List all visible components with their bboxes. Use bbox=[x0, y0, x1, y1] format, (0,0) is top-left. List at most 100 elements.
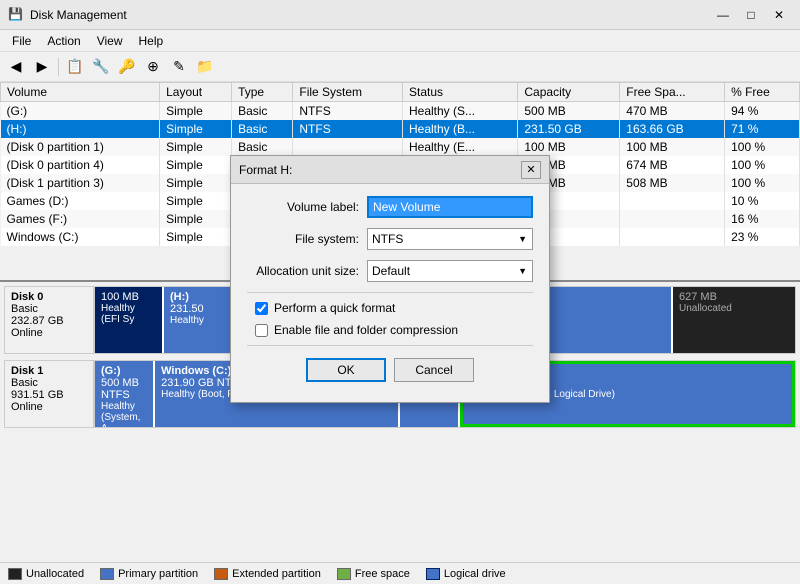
dialog-title: Format H: bbox=[239, 163, 521, 177]
dialog-close-button[interactable]: ✕ bbox=[521, 161, 541, 179]
compression-checkbox[interactable] bbox=[255, 324, 268, 337]
col-type[interactable]: Type bbox=[232, 83, 293, 102]
toolbar-key[interactable]: 🔑 bbox=[115, 56, 139, 78]
legend-unallocated: Unallocated bbox=[8, 568, 84, 580]
menu-bar: File Action View Help bbox=[0, 30, 800, 52]
legend-extended: Extended partition bbox=[214, 568, 321, 580]
legend-free-box bbox=[337, 568, 351, 580]
col-filesystem[interactable]: File System bbox=[293, 83, 403, 102]
legend-free: Free space bbox=[337, 568, 410, 580]
table-row[interactable]: (Disk 0 partition 1)SimpleBasicHealthy (… bbox=[1, 138, 800, 156]
table-cell: 508 MB bbox=[620, 174, 725, 192]
table-cell: Simple bbox=[160, 120, 232, 138]
quick-format-row[interactable]: Perform a quick format bbox=[247, 301, 533, 315]
file-system-wrap: NTFS FAT32 exFAT bbox=[367, 228, 533, 250]
menu-action[interactable]: Action bbox=[39, 32, 88, 50]
disk-0-status: Online bbox=[11, 327, 87, 339]
legend-primary-box bbox=[100, 568, 114, 580]
table-cell: 16 % bbox=[725, 210, 800, 228]
volume-label-row: Volume label: bbox=[247, 196, 533, 218]
disk-0-info: Disk 0 Basic 232.87 GB Online bbox=[4, 286, 94, 354]
legend-free-label: Free space bbox=[355, 568, 410, 580]
volume-label-input[interactable] bbox=[367, 196, 533, 218]
window-title: Disk Management bbox=[30, 8, 710, 22]
disk-1-type: Basic bbox=[11, 377, 87, 389]
table-cell: (Disk 1 partition 3) bbox=[1, 174, 160, 192]
table-cell: 94 % bbox=[725, 102, 800, 121]
legend-primary-label: Primary partition bbox=[118, 568, 198, 580]
table-cell: Windows (C:) bbox=[1, 228, 160, 246]
menu-view[interactable]: View bbox=[89, 32, 131, 50]
menu-help[interactable]: Help bbox=[131, 32, 172, 50]
legend-logical-label: Logical drive bbox=[444, 568, 506, 580]
col-layout[interactable]: Layout bbox=[160, 83, 232, 102]
menu-file[interactable]: File bbox=[4, 32, 39, 50]
table-cell: 163.66 GB bbox=[620, 120, 725, 138]
close-button[interactable]: ✕ bbox=[766, 5, 792, 25]
legend-unallocated-box bbox=[8, 568, 22, 580]
table-cell: Simple bbox=[160, 174, 232, 192]
toolbar-folder[interactable]: 📁 bbox=[193, 56, 217, 78]
table-cell: Simple bbox=[160, 156, 232, 174]
table-cell: Games (D:) bbox=[1, 192, 160, 210]
col-free[interactable]: Free Spa... bbox=[620, 83, 725, 102]
dialog-buttons: OK Cancel bbox=[247, 354, 533, 390]
col-capacity[interactable]: Capacity bbox=[518, 83, 620, 102]
dialog-divider-2 bbox=[247, 345, 533, 346]
format-dialog: Format H: ✕ Volume label: File system: N… bbox=[230, 155, 550, 403]
col-volume[interactable]: Volume bbox=[1, 83, 160, 102]
table-cell bbox=[293, 138, 403, 156]
quick-format-checkbox[interactable] bbox=[255, 302, 268, 315]
table-cell: NTFS bbox=[293, 120, 403, 138]
table-cell: 71 % bbox=[725, 120, 800, 138]
disk-1-part-g[interactable]: (G:) 500 MB NTFS Healthy (System, A bbox=[95, 361, 155, 427]
table-cell: 100 MB bbox=[518, 138, 620, 156]
table-row[interactable]: (G:)SimpleBasicNTFSHealthy (S...500 MB47… bbox=[1, 102, 800, 121]
table-cell: Simple bbox=[160, 228, 232, 246]
table-cell bbox=[620, 192, 725, 210]
legend-extended-box bbox=[214, 568, 228, 580]
toolbar-forward[interactable]: ▶ bbox=[30, 56, 54, 78]
toolbar-add[interactable]: ⊕ bbox=[141, 56, 165, 78]
table-cell: Basic bbox=[232, 138, 293, 156]
dialog-body: Volume label: File system: NTFS FAT32 ex… bbox=[231, 184, 549, 402]
disk-0-name: Disk 0 bbox=[11, 291, 87, 303]
table-row[interactable]: (H:)SimpleBasicNTFSHealthy (B...231.50 G… bbox=[1, 120, 800, 138]
table-cell: 23 % bbox=[725, 228, 800, 246]
legend: Unallocated Primary partition Extended p… bbox=[0, 562, 800, 584]
maximize-button[interactable]: □ bbox=[738, 5, 764, 25]
legend-logical: Logical drive bbox=[426, 568, 506, 580]
table-cell: 10 % bbox=[725, 192, 800, 210]
allocation-select[interactable]: Default 512 1024 2048 4096 bbox=[367, 260, 533, 282]
toolbar-back[interactable]: ◀ bbox=[4, 56, 28, 78]
disk-0-part-unalloc[interactable]: 627 MB Unallocated bbox=[673, 287, 795, 353]
dialog-title-bar[interactable]: Format H: ✕ bbox=[231, 156, 549, 184]
disk-0-part-0[interactable]: 100 MB Healthy (EFI Sy bbox=[95, 287, 164, 353]
toolbar-properties[interactable]: 📋 bbox=[63, 56, 87, 78]
table-cell: Simple bbox=[160, 210, 232, 228]
table-cell: Healthy (E... bbox=[402, 138, 517, 156]
dialog-ok-button[interactable]: OK bbox=[306, 358, 386, 382]
file-system-select[interactable]: NTFS FAT32 exFAT bbox=[367, 228, 533, 250]
table-cell: Basic bbox=[232, 120, 293, 138]
table-cell: (Disk 0 partition 4) bbox=[1, 156, 160, 174]
toolbar-edit[interactable]: ✎ bbox=[167, 56, 191, 78]
toolbar: ◀ ▶ 📋 🔧 🔑 ⊕ ✎ 📁 bbox=[0, 52, 800, 82]
table-cell: Simple bbox=[160, 102, 232, 121]
disk-1-status: Online bbox=[11, 401, 87, 413]
table-cell: Games (F:) bbox=[1, 210, 160, 228]
table-cell: 100 % bbox=[725, 138, 800, 156]
table-cell: NTFS bbox=[293, 102, 403, 121]
table-cell: 500 MB bbox=[518, 102, 620, 121]
table-cell: 100 % bbox=[725, 174, 800, 192]
toolbar-format[interactable]: 🔧 bbox=[89, 56, 113, 78]
dialog-cancel-button[interactable]: Cancel bbox=[394, 358, 474, 382]
minimize-button[interactable]: — bbox=[710, 5, 736, 25]
disk-0-size: 232.87 GB bbox=[11, 315, 87, 327]
table-cell: 100 MB bbox=[620, 138, 725, 156]
col-pct[interactable]: % Free bbox=[725, 83, 800, 102]
volume-label-wrap bbox=[367, 196, 533, 218]
col-status[interactable]: Status bbox=[402, 83, 517, 102]
compression-row[interactable]: Enable file and folder compression bbox=[247, 323, 533, 337]
table-cell: Healthy (B... bbox=[402, 120, 517, 138]
